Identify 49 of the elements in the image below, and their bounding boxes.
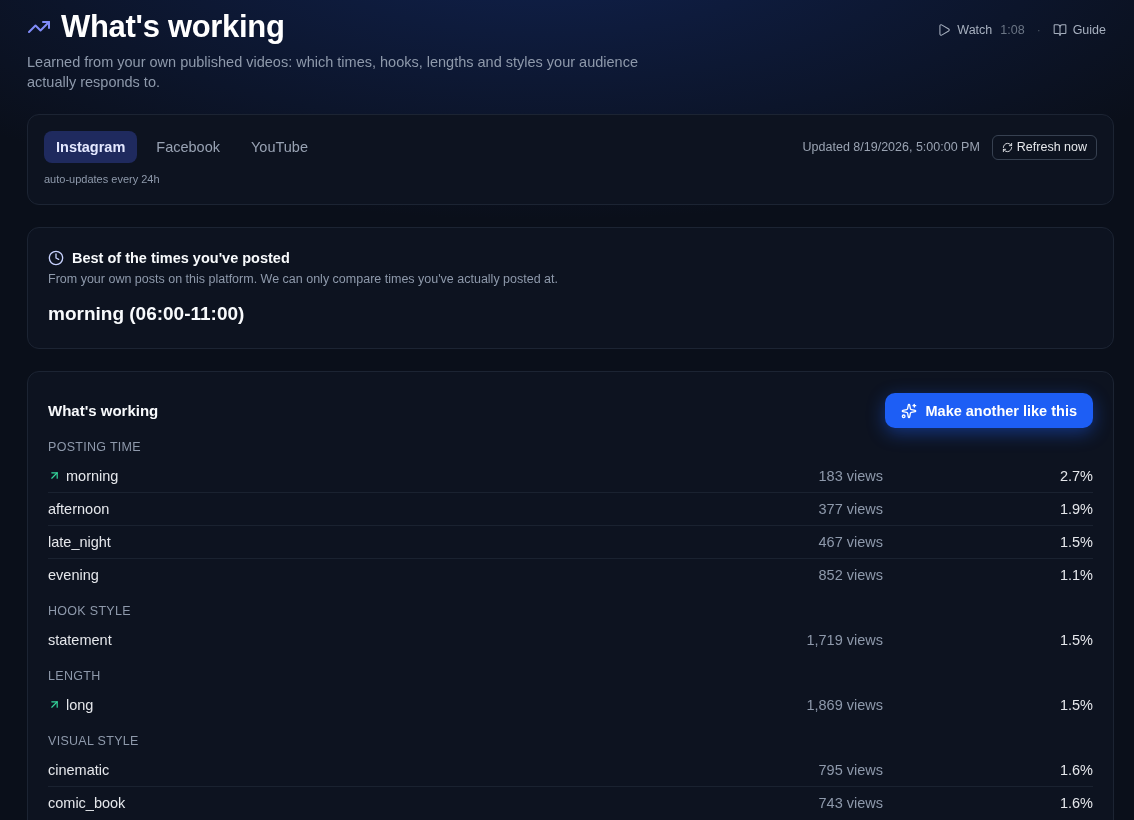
refresh-button[interactable]: Refresh now bbox=[991, 134, 1097, 160]
views-count: 1,869 views bbox=[806, 696, 883, 713]
section-label: HOOK STYLE bbox=[48, 603, 131, 619]
row-label: comic_book bbox=[48, 795, 126, 811]
updated-timestamp: Updated 8/19/2026, 5:00:00 PM bbox=[802, 140, 980, 154]
row-label: evening bbox=[48, 567, 99, 583]
views-count: 743 views bbox=[818, 795, 883, 811]
row-label: late_night bbox=[48, 534, 111, 550]
sparkles-icon bbox=[900, 402, 917, 419]
section-label: LENGTH bbox=[48, 668, 101, 684]
rate-value: 1.9% bbox=[1059, 501, 1093, 517]
make-another-button[interactable]: Make another like this bbox=[884, 393, 1093, 428]
watch-link[interactable]: Watch 1:08 bbox=[937, 21, 1025, 39]
section-label: POSTING TIME bbox=[48, 439, 141, 455]
rate-value: 1.1% bbox=[1059, 567, 1093, 583]
row-label: morning bbox=[66, 467, 119, 484]
guide-link[interactable]: Guide bbox=[1052, 21, 1106, 39]
best-time-value: morning (06:00-11:00) bbox=[48, 302, 245, 326]
page-description: Learned from your own published videos: which times, hooks, lengths and styles your audience actually responds to. bbox=[27, 53, 639, 92]
separator: · bbox=[1036, 23, 1041, 37]
row-label: long bbox=[66, 696, 94, 713]
views-count: 467 views bbox=[818, 534, 883, 550]
row-label: statement bbox=[48, 631, 112, 648]
views-count: 377 views bbox=[818, 501, 883, 517]
page-title: What's working bbox=[61, 9, 285, 45]
rate-value: 1.6% bbox=[1059, 761, 1093, 778]
rate-value: 2.7% bbox=[1059, 467, 1093, 484]
section-label: VISUAL STYLE bbox=[48, 733, 139, 749]
card-title: Best of the times you've posted bbox=[72, 249, 290, 267]
platform-tab[interactable]: YouTube bbox=[239, 131, 320, 163]
clock-icon bbox=[48, 250, 64, 266]
card-title: What's working bbox=[48, 401, 159, 420]
play-icon bbox=[937, 23, 952, 37]
row-label: afternoon bbox=[48, 501, 110, 517]
rate-value: 1.5% bbox=[1059, 534, 1093, 550]
views-count: 852 views bbox=[818, 567, 883, 583]
auto-update-note: auto-updates every 24h bbox=[44, 172, 160, 186]
rate-value: 1.5% bbox=[1059, 696, 1093, 713]
rate-value: 1.6% bbox=[1059, 795, 1093, 811]
refresh-icon bbox=[1001, 141, 1013, 153]
card-description: From your own posts on this platform. We can only compare times you've actually posted at. bbox=[48, 271, 559, 287]
platform-tab[interactable]: Facebook bbox=[144, 131, 232, 163]
rate-value: 1.5% bbox=[1059, 631, 1093, 648]
views-count: 1,719 views bbox=[806, 631, 883, 648]
platform-tab[interactable]: Instagram bbox=[44, 131, 138, 163]
row-label: cinematic bbox=[48, 761, 110, 778]
views-count: 795 views bbox=[818, 761, 883, 778]
book-icon bbox=[1052, 23, 1067, 37]
views-count: 183 views bbox=[818, 467, 883, 484]
